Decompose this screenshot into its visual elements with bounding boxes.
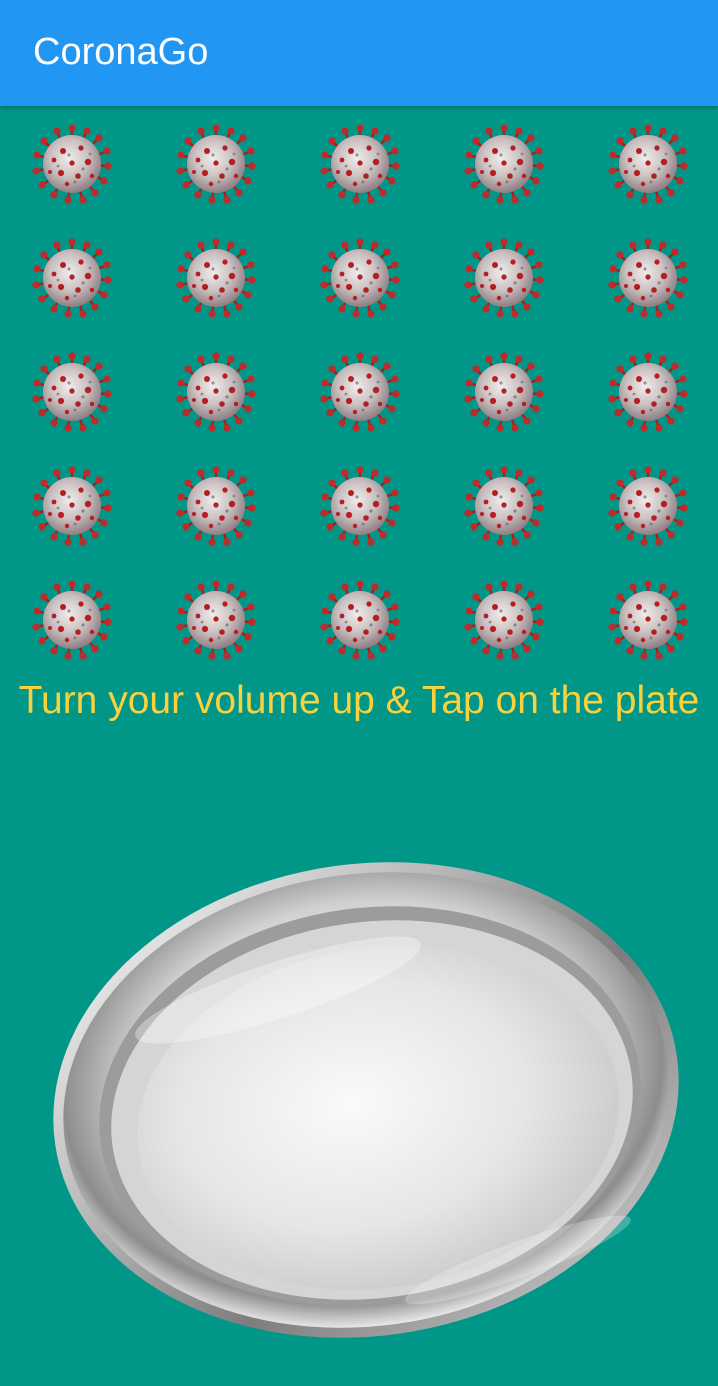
coronavirus-icon[interactable] (320, 238, 400, 318)
coronavirus-icon[interactable] (176, 466, 256, 546)
coronavirus-icon[interactable] (176, 238, 256, 318)
coronavirus-icon[interactable] (608, 238, 688, 318)
coronavirus-icon[interactable] (320, 580, 400, 660)
coronavirus-icon[interactable] (464, 352, 544, 432)
coronavirus-icon[interactable] (32, 352, 112, 432)
coronavirus-icon[interactable] (320, 352, 400, 432)
coronavirus-icon[interactable] (608, 466, 688, 546)
steel-plate-icon (53, 862, 679, 1338)
coronavirus-icon[interactable] (32, 124, 112, 204)
coronavirus-icon[interactable] (608, 352, 688, 432)
coronavirus-icon[interactable] (176, 580, 256, 660)
coronavirus-icon[interactable] (464, 238, 544, 318)
app-title: CoronaGo (33, 31, 209, 73)
coronavirus-icon[interactable] (32, 238, 112, 318)
coronavirus-icon[interactable] (320, 124, 400, 204)
coronavirus-icon[interactable] (176, 352, 256, 432)
coronavirus-icon[interactable] (464, 124, 544, 204)
coronavirus-icon[interactable] (608, 124, 688, 204)
coronavirus-icon[interactable] (32, 466, 112, 546)
coronavirus-icon[interactable] (32, 580, 112, 660)
coronavirus-icon[interactable] (176, 124, 256, 204)
coronavirus-icon[interactable] (464, 580, 544, 660)
coronavirus-icon[interactable] (464, 466, 544, 546)
app-bar: CoronaGo (0, 0, 718, 106)
coronavirus-icon[interactable] (320, 466, 400, 546)
instruction-text: Turn your volume up & Tap on the plate (18, 679, 700, 722)
plate-button[interactable] (48, 860, 688, 1342)
virus-grid (0, 106, 718, 676)
coronavirus-icon[interactable] (608, 580, 688, 660)
